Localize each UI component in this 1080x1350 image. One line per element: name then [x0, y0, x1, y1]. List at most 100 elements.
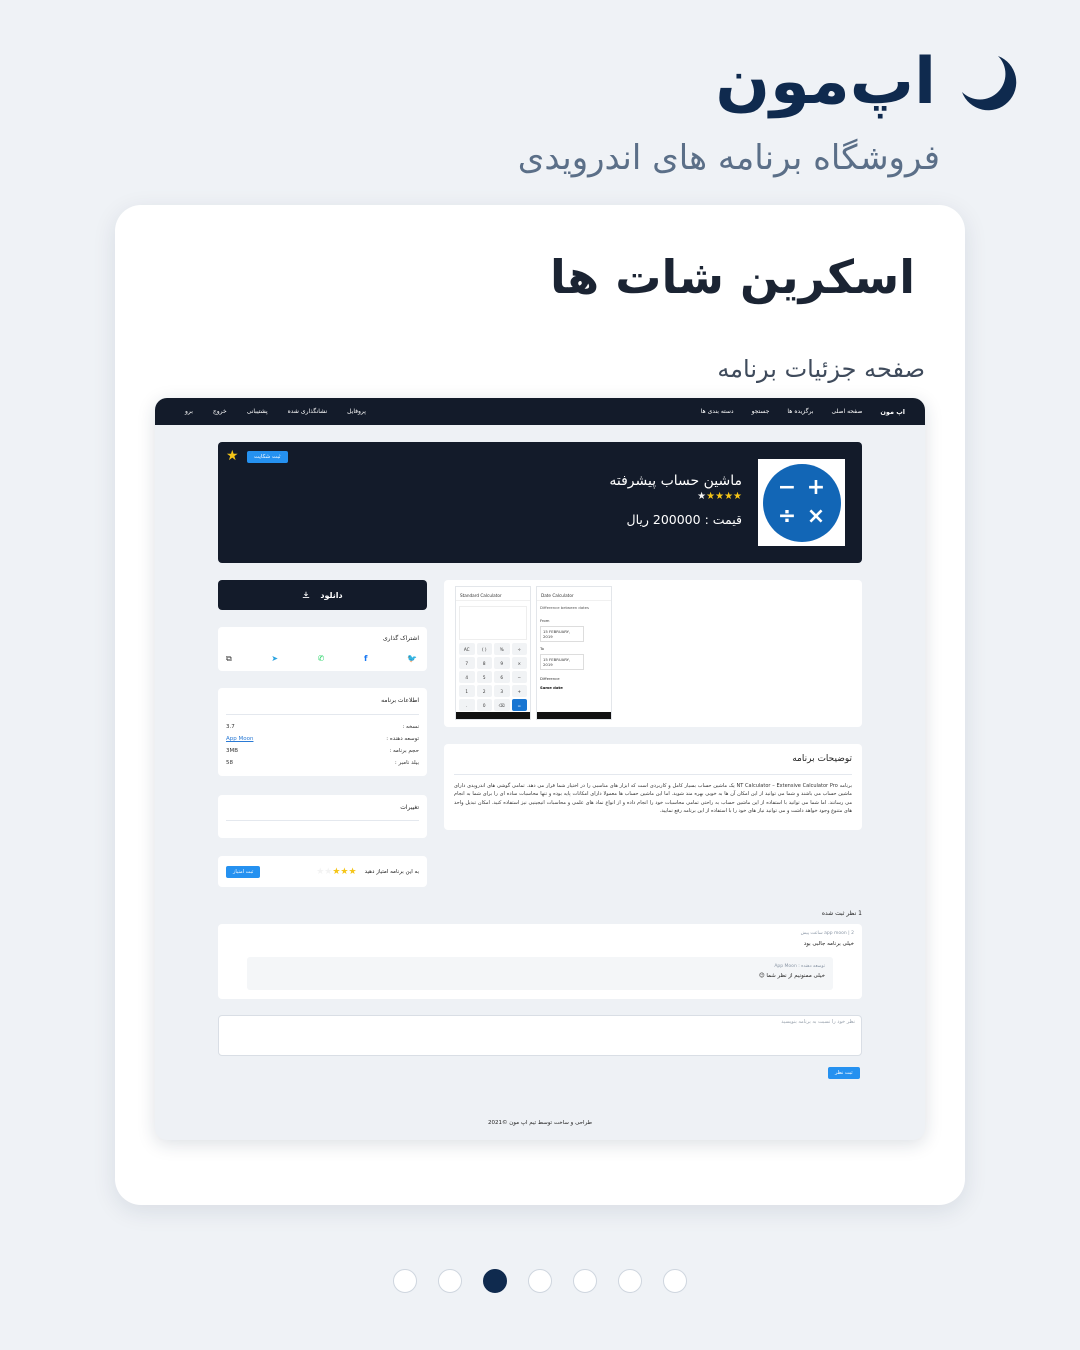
pagination-dot[interactable] — [573, 1269, 597, 1293]
info-label: توسعه دهنده : — [386, 736, 419, 742]
plus-symbol: + — [806, 475, 826, 500]
carousel-pagination — [0, 1269, 1080, 1293]
developer-reply: توسعه دهنده : App Moon خیلی ممنونیم از ن… — [247, 957, 833, 990]
nav-item-bookmarks[interactable]: نشانگذاری شده — [288, 408, 327, 415]
star-icon: ★ — [724, 491, 734, 502]
rate-stars[interactable]: ★★★★★ — [316, 867, 356, 877]
tagline: فروشگاه برنامه های اندرویدی — [517, 138, 940, 178]
moon-icon — [962, 56, 1017, 111]
app-rating-stars: ★★★★★ — [697, 491, 742, 502]
calc-key: 7 — [459, 657, 475, 669]
description-title: توضیحات برنامه — [792, 754, 852, 764]
brand: اپ‌مون — [715, 50, 1018, 114]
rate-panel: به این برنامه امتیاز دهید ★★★★★ ثبت امتی… — [218, 856, 427, 887]
calc-display — [459, 606, 527, 640]
comment-input[interactable]: نظر خود را نسبت به برنامه بنویسید — [218, 1015, 862, 1056]
calc-key: % — [494, 643, 510, 655]
calc-key: ( ) — [476, 643, 492, 655]
divider — [226, 714, 419, 715]
pagination-dot[interactable] — [393, 1269, 417, 1293]
star-icon: ★ — [715, 491, 725, 502]
star-icon[interactable]: ★ — [349, 867, 357, 877]
calc-key: 0 — [476, 699, 492, 711]
nav-item-support[interactable]: پشتیبانی — [247, 408, 268, 415]
calc-key: ⌫ — [494, 699, 510, 711]
info-value: 3.7 — [226, 724, 235, 730]
pagination-dot[interactable] — [663, 1269, 687, 1293]
screenshot-date-calculator[interactable]: Date Calculator Difference between dates… — [536, 586, 612, 720]
changes-panel: تغییرات — [218, 795, 427, 838]
star-icon: ★ — [706, 491, 716, 502]
facebook-icon[interactable]: f — [364, 654, 367, 664]
pagination-dot[interactable] — [618, 1269, 642, 1293]
info-row-developer: توسعه دهنده : App Moon — [226, 736, 419, 742]
telegram-icon[interactable]: ➤ — [271, 654, 278, 664]
submit-rating-button[interactable]: ثبت امتیاز — [226, 865, 261, 878]
twitter-icon[interactable]: 🐦 — [407, 654, 417, 664]
pagination-dot[interactable] — [483, 1269, 507, 1293]
calc-key: AC — [459, 643, 475, 655]
info-value: 3MB — [226, 748, 239, 754]
description-body: برنامه NT Calculator – Extensive Calcula… — [454, 783, 853, 814]
info-row-size: حجم برنامه : 3MB — [226, 748, 419, 754]
comments-count: 1 نظر ثبت شده — [821, 910, 862, 917]
top-nav: اپ مون صفحه اصلی برگزیده ها جستجو دسته ب… — [155, 398, 925, 425]
calc-key: 5 — [476, 671, 492, 683]
calc-key: = — [511, 699, 527, 711]
star-icon[interactable]: ★ — [340, 867, 348, 877]
app-price: قیمت : 200000 ریال — [626, 512, 742, 527]
pagination-dot[interactable] — [438, 1269, 462, 1293]
difference-value: Same date — [540, 685, 563, 690]
minus-symbol: − — [777, 475, 797, 500]
nav-logo[interactable]: اپ مون — [880, 408, 905, 416]
rate-prompt: به این برنامه امتیاز دهید — [364, 868, 419, 875]
copy-icon[interactable]: ⧉ — [226, 654, 232, 664]
divider — [226, 820, 419, 821]
calc-title: Standard Calculator — [456, 591, 530, 601]
info-label: نسخه : — [402, 724, 419, 730]
description-panel: توضیحات برنامه برنامه NT Calculator – Ex… — [444, 744, 862, 830]
reply-text: خیلی ممنونیم از نظر شما 😊 — [758, 973, 825, 979]
favorite-star-icon[interactable]: ★ — [226, 449, 239, 463]
divider — [454, 774, 852, 775]
info-label: بیلد نامبر : — [394, 760, 419, 766]
screenshot-gallery: Standard Calculator AC( )% ÷ 7 8 9 × 4 5 6− 1 2 3 +.… — [444, 580, 862, 727]
phone-nav-bar — [456, 712, 530, 719]
report-button[interactable]: ثبت شکایت — [247, 451, 288, 463]
calc-key: 3 — [494, 685, 510, 697]
calc-key: − — [511, 671, 527, 683]
calc-key: . — [459, 699, 475, 711]
calc-key: 8 — [476, 657, 492, 669]
screenshot-standard-calculator[interactable]: Standard Calculator AC( )% ÷ 7 8 9 × 4 5 6− 1 2 3 +.… — [455, 586, 531, 720]
card-subtitle: صفحه جزئیات برنامه — [717, 355, 925, 383]
app-hero: + − × ÷ ماشین حساب پیشرفته ★★★★★ قیمت : … — [218, 442, 862, 563]
developer-link[interactable]: App Moon — [226, 736, 253, 742]
download-button[interactable]: دانلود — [218, 580, 427, 610]
calc-key: ÷ — [511, 643, 527, 655]
comment-item: app moon | 2 ساعت پیش خیلی برنامه جالبی … — [218, 924, 862, 999]
nav-item-go[interactable]: برو — [185, 408, 193, 415]
calc-key: × — [511, 657, 527, 669]
submit-comment-button[interactable]: ثبت نظر — [828, 1067, 860, 1079]
nav-item-featured[interactable]: برگزیده ها — [787, 408, 813, 415]
info-row-version: نسخه : 3.7 — [226, 724, 419, 730]
to-label: To — [540, 646, 544, 651]
nav-item-search[interactable]: جستجو — [752, 408, 770, 415]
nav-item-home[interactable]: صفحه اصلی — [831, 408, 862, 415]
changes-title: تغییرات — [400, 804, 419, 811]
info-label: حجم برنامه : — [389, 748, 419, 754]
nav-item-profile[interactable]: پروفایل — [347, 408, 366, 415]
whatsapp-icon[interactable]: ✆ — [318, 654, 325, 664]
to-value: 15 FEBRUARY, 2019 — [540, 654, 584, 670]
nav-item-categories[interactable]: دسته بندی ها — [701, 408, 734, 415]
nav-item-logout[interactable]: خروج — [213, 408, 227, 415]
screenshot-card: اسکرین شات ها صفحه جزئیات برنامه اپ مون … — [115, 205, 965, 1205]
from-label: From — [540, 618, 550, 623]
calc-keypad: AC( )% ÷ 7 8 9 × 4 5 6− 1 2 3 +. 0 ⌫ = — [459, 643, 527, 711]
reply-meta: توسعه دهنده : App Moon — [774, 964, 825, 969]
app-icon: + − × ÷ — [758, 459, 845, 546]
star-icon: ★ — [697, 491, 707, 502]
brand-name: اپ‌مون — [715, 45, 936, 119]
pagination-dot[interactable] — [528, 1269, 552, 1293]
calc-key: 1 — [459, 685, 475, 697]
